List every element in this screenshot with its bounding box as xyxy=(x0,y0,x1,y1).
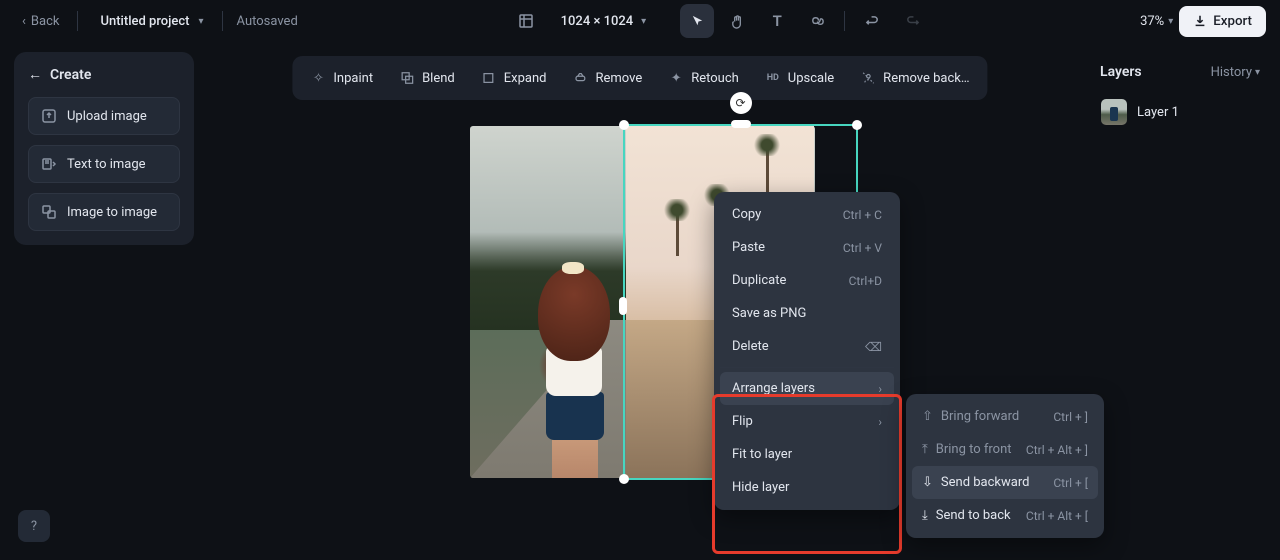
download-icon xyxy=(1193,14,1207,28)
divider xyxy=(222,11,223,31)
redo-button[interactable] xyxy=(895,4,929,38)
sub-send-to-back[interactable]: ⤓Send to backCtrl + Alt + [ xyxy=(912,499,1098,532)
project-name: Untitled project xyxy=(96,14,193,29)
layer-thumbnail xyxy=(1101,99,1127,125)
edit-toolbar: ✧Inpaint Blend Expand Remove ✦Retouch HD… xyxy=(292,56,987,100)
image-to-image-button[interactable]: Image to image xyxy=(28,193,180,231)
send-to-back-icon: ⤓ xyxy=(922,508,928,523)
chevron-down-icon: ▾ xyxy=(1255,67,1260,78)
divider xyxy=(844,11,845,31)
sub-bring-forward[interactable]: ⇧Bring forwardCtrl + ] xyxy=(912,400,1098,433)
create-header[interactable]: ← Create xyxy=(28,66,180,87)
resize-handle-ml[interactable] xyxy=(619,297,627,315)
blend-tool[interactable]: Blend xyxy=(387,62,467,94)
export-label: Export xyxy=(1213,14,1252,29)
arrange-submenu: ⇧Bring forwardCtrl + ] ⤒Bring to frontCt… xyxy=(906,394,1104,538)
autosaved-label: Autosaved xyxy=(233,14,298,29)
chevron-left-icon: ‹ xyxy=(22,14,26,29)
dimensions-value: 1024 × 1024 xyxy=(561,14,634,29)
resize-handle-tm[interactable] xyxy=(731,120,751,128)
delete-icon: ⌫ xyxy=(865,340,882,354)
upload-icon xyxy=(41,108,57,124)
help-icon: ? xyxy=(31,519,37,534)
text-to-image-button[interactable]: Text to image xyxy=(28,145,180,183)
image-to-image-label: Image to image xyxy=(67,205,157,220)
resize-handle-bl[interactable] xyxy=(619,474,629,484)
ctx-duplicate[interactable]: DuplicateCtrl+D xyxy=(720,264,894,297)
zoom-value: 37% xyxy=(1140,14,1164,29)
help-button[interactable]: ? xyxy=(18,510,50,542)
layer-label: Layer 1 xyxy=(1137,105,1179,120)
ctx-arrange-layers[interactable]: Arrange layers› xyxy=(720,372,894,405)
ctx-save-png[interactable]: Save as PNG xyxy=(720,297,894,330)
text-to-image-label: Text to image xyxy=(67,157,146,172)
canvas-dimensions[interactable]: 1024 × 1024 ▾ xyxy=(549,8,659,35)
back-label: Back xyxy=(31,14,60,29)
ctx-fit-to-layer[interactable]: Fit to layer xyxy=(720,438,894,471)
chevron-down-icon: ▾ xyxy=(641,16,646,27)
layers-title: Layers xyxy=(1100,64,1142,80)
inpaint-tool[interactable]: ✧Inpaint xyxy=(298,62,385,94)
text-to-image-icon xyxy=(41,156,57,172)
expand-tool[interactable]: Expand xyxy=(469,62,559,94)
text-tool[interactable]: T xyxy=(760,4,794,38)
ctx-copy[interactable]: CopyCtrl + C xyxy=(720,198,894,231)
ctx-delete[interactable]: Delete⌫ xyxy=(720,330,894,363)
chevron-down-icon: ▾ xyxy=(1168,16,1173,27)
arrow-left-icon: ← xyxy=(28,66,42,83)
menu-separator xyxy=(720,367,894,368)
hd-icon: HD xyxy=(765,70,781,86)
layers-panel: Layers History▾ Layer 1 Layer 1 xyxy=(1094,56,1266,132)
remove-bg-icon xyxy=(860,70,876,86)
upscale-tool[interactable]: HDUpscale xyxy=(753,62,846,94)
history-dropdown[interactable]: History▾ xyxy=(1211,65,1260,80)
ctx-paste[interactable]: PasteCtrl + V xyxy=(720,231,894,264)
remove-background-tool[interactable]: Remove back… xyxy=(848,62,981,94)
bring-forward-icon: ⇧ xyxy=(922,409,933,424)
top-bar: ‹ Back Untitled project ▾ Autosaved 1024… xyxy=(0,0,1280,42)
move-tool[interactable] xyxy=(680,4,714,38)
expand-icon xyxy=(481,70,497,86)
divider xyxy=(77,11,78,31)
back-button[interactable]: ‹ Back xyxy=(14,8,67,35)
sub-bring-to-front[interactable]: ⤒Bring to frontCtrl + Alt + ] xyxy=(912,433,1098,466)
bring-to-front-icon: ⤒ xyxy=(922,442,928,457)
send-backward-icon: ⇩ xyxy=(922,475,933,490)
layer-item-2[interactable]: Layer 1 xyxy=(1094,92,1266,132)
ctx-flip[interactable]: Flip› xyxy=(720,405,894,438)
create-panel: ← Create Upload image Text to image Imag… xyxy=(14,52,194,245)
create-title: Create xyxy=(50,67,91,83)
image-to-image-icon xyxy=(41,204,57,220)
canvas-size-icon[interactable] xyxy=(509,4,543,38)
resize-handle-tr[interactable] xyxy=(852,120,862,130)
ctx-hide-layer[interactable]: Hide layer xyxy=(720,471,894,504)
export-button[interactable]: Export xyxy=(1179,6,1266,37)
retouch-tool[interactable]: ✦Retouch xyxy=(656,62,751,94)
chevron-right-icon: › xyxy=(878,415,882,429)
remove-icon xyxy=(572,70,588,86)
rotate-handle[interactable]: ⟳ xyxy=(730,92,752,114)
blend-icon xyxy=(399,70,415,86)
sub-send-backward[interactable]: ⇩Send backwardCtrl + [ xyxy=(912,466,1098,499)
resize-handle-tl[interactable] xyxy=(619,120,629,130)
hand-tool[interactable] xyxy=(720,4,754,38)
chevron-right-icon: › xyxy=(878,382,882,396)
project-name-dropdown[interactable]: Untitled project ▾ xyxy=(88,8,211,35)
upload-image-label: Upload image xyxy=(67,109,147,124)
chevron-down-icon: ▾ xyxy=(199,16,204,27)
zoom-dropdown[interactable]: 37% ▾ xyxy=(1140,14,1173,29)
context-menu: CopyCtrl + C PasteCtrl + V DuplicateCtrl… xyxy=(714,192,900,510)
undo-button[interactable] xyxy=(855,4,889,38)
inpaint-icon: ✧ xyxy=(310,70,326,86)
shape-tool[interactable] xyxy=(800,4,834,38)
retouch-icon: ✦ xyxy=(668,70,684,86)
remove-tool[interactable]: Remove xyxy=(560,62,654,94)
upload-image-button[interactable]: Upload image xyxy=(28,97,180,135)
